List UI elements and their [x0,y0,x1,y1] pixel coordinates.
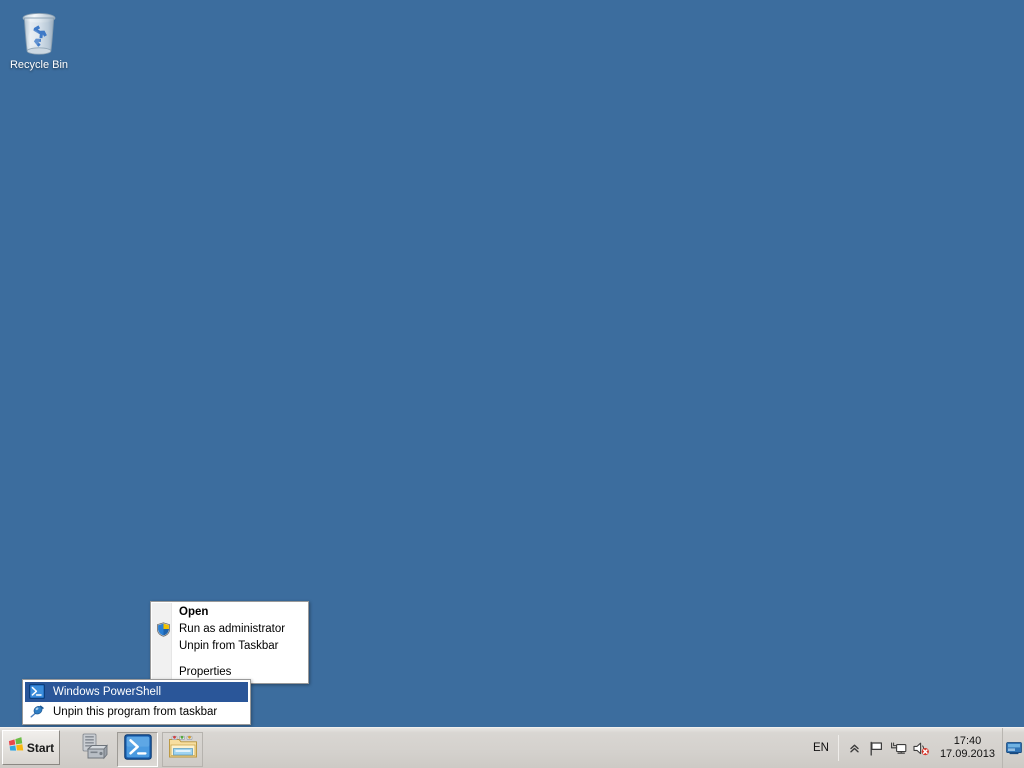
taskbar-button-file-explorer[interactable] [162,731,203,767]
powershell-icon [123,733,152,765]
start-button-label: Start [26,740,55,755]
jump-list-item-label: Windows PowerShell [53,686,162,698]
powershell-icon [29,684,46,700]
chevron-up-icon[interactable] [845,738,865,758]
file-explorer-icon [168,734,198,765]
jump-list-item-label: Unpin this program from taskbar [53,706,218,718]
desktop-icon-recycle-bin[interactable]: Recycle Bin [6,6,72,72]
taskbar-button-windows-powershell[interactable] [117,731,158,767]
taskbar[interactable]: Start EN 17:40 17.09.2013 [0,727,1024,768]
context-menu-item-run-as-administrator[interactable]: Run as administrator [151,621,308,638]
start-button[interactable]: Start [2,730,60,765]
network-icon[interactable] [889,738,909,758]
context-menu-item-label: Open [179,606,209,618]
server-manager-icon [78,733,108,766]
speaker-muted-icon[interactable] [911,738,931,758]
jump-list-item-unpin-this-program[interactable]: Unpin this program from taskbar [25,702,248,722]
context-menu-item-label: Unpin from Taskbar [179,640,279,652]
uac-shield-icon [156,622,172,637]
monitor-icon [1005,741,1022,754]
taskbar-clock[interactable]: 17:40 17.09.2013 [935,735,1002,761]
clock-time: 17:40 [953,735,982,747]
context-menu-item-open[interactable]: Open [151,604,308,621]
jump-list-item-windows-powershell[interactable]: Windows PowerShell [25,682,248,702]
system-tray[interactable]: EN 17:40 17.09.2013 [807,727,1024,768]
taskbar-button-server-manager[interactable] [72,732,113,767]
recycle-bin-icon [6,6,72,56]
tray-icon-group[interactable] [839,738,935,758]
flag-icon[interactable] [867,738,887,758]
language-indicator[interactable]: EN [807,742,838,754]
taskbar-jump-list[interactable]: Windows PowerShell Unpin this program fr… [22,679,251,725]
taskbar-buttons[interactable] [62,728,203,768]
context-menu-separator [154,659,305,660]
desktop[interactable]: Recycle Bin Open Run as administrator Un… [0,0,1024,768]
desktop-icon-label: Recycle Bin [9,59,69,71]
windows-flag-icon [8,737,24,758]
context-menu-item-label: Run as administrator [179,623,286,635]
context-menu-item-unpin-from-taskbar[interactable]: Unpin from Taskbar [151,638,308,655]
clock-date: 17.09.2013 [939,748,995,760]
pin-icon [29,704,46,720]
taskbar-empty-area[interactable] [203,728,807,768]
show-desktop-button[interactable] [1002,727,1024,768]
taskbar-context-menu[interactable]: Open Run as administrator Unpin from Tas… [150,601,309,684]
